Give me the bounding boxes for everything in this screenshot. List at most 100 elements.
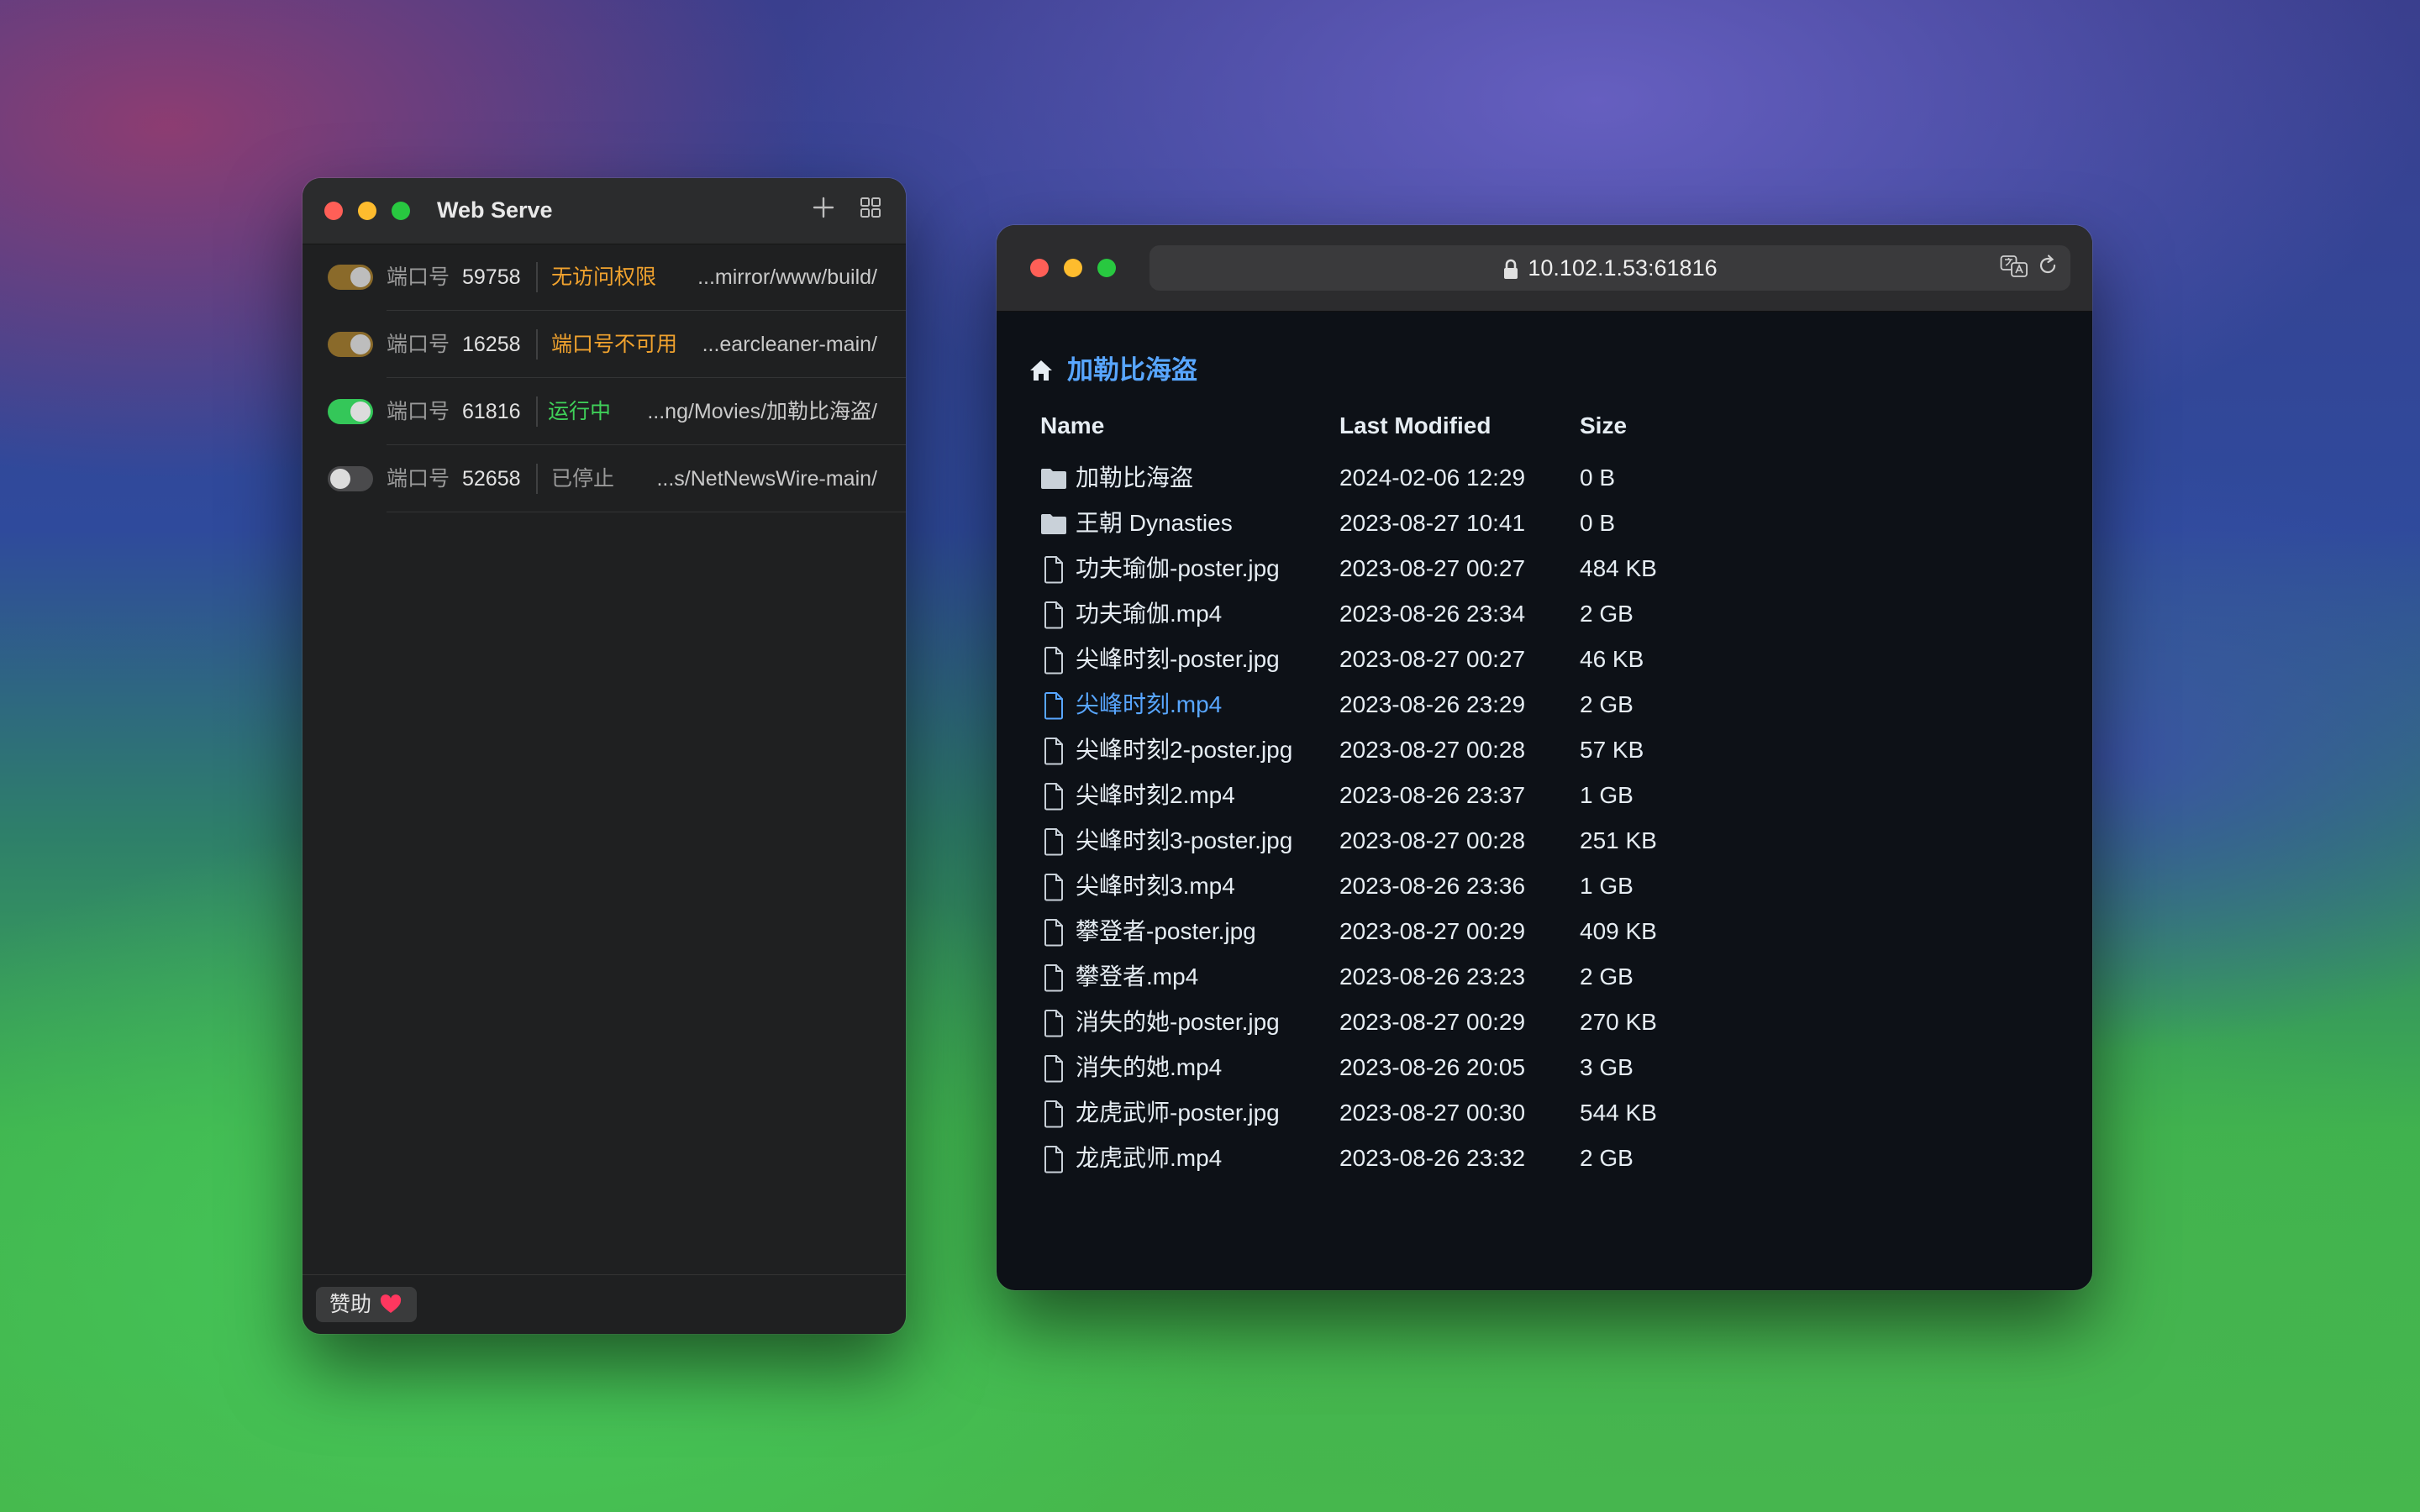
file-name-link[interactable]: 尖峰时刻3-poster.jpg (1076, 826, 1292, 856)
file-name-link[interactable]: 龙虎武师.mp4 (1076, 1143, 1222, 1173)
port-label: 端口号 (387, 467, 450, 491)
file-size: 2 GB (1580, 601, 1634, 627)
port-number[interactable]: 16258 (462, 331, 521, 358)
file-icon (1039, 736, 1069, 766)
close-window-button[interactable] (1030, 259, 1049, 277)
server-path[interactable]: ...earcleaner-main/ (702, 331, 877, 358)
file-name-link[interactable]: 消失的她-poster.jpg (1076, 1007, 1280, 1037)
table-row[interactable]: 消失的她-poster.jpg 2023-08-27 00:29 270 KB (997, 1000, 2092, 1046)
minimize-window-button[interactable] (1064, 259, 1082, 277)
port-number[interactable]: 61816 (462, 398, 521, 425)
file-name-link[interactable]: 攀登者-poster.jpg (1076, 916, 1256, 947)
server-status: 运行中 (548, 400, 612, 423)
file-size: 1 GB (1580, 873, 1634, 899)
server-path[interactable]: ...mirror/www/build/ (697, 264, 877, 291)
file-modified: 2023-08-26 20:05 (1339, 1054, 1526, 1080)
column-divider (536, 464, 538, 494)
file-modified: 2023-08-26 23:32 (1339, 1145, 1526, 1171)
file-size: 57 KB (1580, 737, 1644, 763)
file-modified: 2023-08-27 10:41 (1339, 510, 1526, 536)
table-row[interactable]: 尖峰时刻2.mp4 2023-08-26 23:37 1 GB (997, 774, 2092, 819)
server-status: 无访问权限 (551, 265, 657, 289)
server-row[interactable]: 端口号 52658 已停止 ...s/NetNewsWire-main/ (302, 445, 906, 512)
file-name-link[interactable]: 尖峰时刻.mp4 (1076, 690, 1222, 720)
home-icon[interactable] (1028, 358, 1054, 383)
table-row[interactable]: 攀登者-poster.jpg 2023-08-27 00:29 409 KB (997, 910, 2092, 955)
port-number[interactable]: 59758 (462, 264, 521, 291)
file-name-link[interactable]: 功夫瑜伽-poster.jpg (1076, 554, 1280, 584)
file-name-link[interactable]: 消失的她.mp4 (1076, 1053, 1222, 1083)
file-name-link[interactable]: 尖峰时刻2-poster.jpg (1076, 735, 1292, 765)
file-modified: 2023-08-27 00:27 (1339, 646, 1526, 672)
translate-icon[interactable] (2000, 254, 2028, 282)
file-name-link[interactable]: 功夫瑜伽.mp4 (1076, 599, 1222, 629)
table-row[interactable]: 攀登者.mp4 2023-08-26 23:23 2 GB (997, 955, 2092, 1000)
window-controls (324, 202, 410, 220)
table-row[interactable]: 加勒比海盗 2024-02-06 12:29 0 B (997, 456, 2092, 501)
file-icon (1039, 1144, 1069, 1174)
file-name-link[interactable]: 尖峰时刻-poster.jpg (1076, 644, 1280, 675)
zoom-window-button[interactable] (392, 202, 410, 220)
file-size: 251 KB (1580, 827, 1657, 853)
minimize-window-button[interactable] (358, 202, 376, 220)
file-icon (1039, 1008, 1069, 1038)
server-toggle[interactable] (328, 466, 373, 491)
table-row[interactable]: 尖峰时刻2-poster.jpg 2023-08-27 00:28 57 KB (997, 728, 2092, 774)
server-toggle[interactable] (328, 399, 373, 424)
table-row[interactable]: 尖峰时刻3.mp4 2023-08-26 23:36 1 GB (997, 864, 2092, 910)
server-row[interactable]: 端口号 59758 无访问权限 ...mirror/www/build/ (302, 244, 906, 311)
table-row[interactable]: 王朝 Dynasties 2023-08-27 10:41 0 B (997, 501, 2092, 547)
port-label: 端口号 (387, 333, 450, 356)
table-row[interactable]: 功夫瑜伽.mp4 2023-08-26 23:34 2 GB (997, 592, 2092, 638)
server-path[interactable]: ...ng/Movies/加勒比海盗/ (647, 398, 877, 425)
browser-toolbar: 10.102.1.53:61816 (997, 225, 2092, 312)
table-row[interactable]: 消失的她.mp4 2023-08-26 20:05 3 GB (997, 1046, 2092, 1091)
reload-icon[interactable] (2033, 254, 2062, 282)
file-modified: 2023-08-27 00:29 (1339, 918, 1526, 944)
heart-icon (380, 1294, 402, 1313)
server-toggle[interactable] (328, 265, 373, 290)
app-title: Web Serve (437, 197, 553, 223)
server-row[interactable]: 端口号 16258 端口号不可用 ...earcleaner-main/ (302, 311, 906, 378)
close-window-button[interactable] (324, 202, 343, 220)
file-icon (1039, 1099, 1069, 1129)
grid-icon[interactable] (854, 193, 887, 227)
server-toggle[interactable] (328, 332, 373, 357)
breadcrumb-current-folder[interactable]: 加勒比海盗 (1067, 354, 1197, 387)
toggle-knob (330, 469, 350, 489)
file-modified: 2023-08-26 23:34 (1339, 601, 1526, 627)
file-icon (1039, 781, 1069, 811)
column-header-name[interactable]: Name (1040, 411, 1104, 441)
port-number[interactable]: 52658 (462, 465, 521, 492)
column-header-modified[interactable]: Last Modified (1339, 411, 1491, 441)
file-name-link[interactable]: 尖峰时刻3.mp4 (1076, 871, 1235, 901)
file-name-link[interactable]: 王朝 Dynasties (1076, 508, 1233, 538)
server-path[interactable]: ...s/NetNewsWire-main/ (656, 465, 877, 492)
table-row[interactable]: 龙虎武师-poster.jpg 2023-08-27 00:30 544 KB (997, 1091, 2092, 1137)
web-serve-titlebar: Web Serve (302, 178, 906, 244)
file-size: 2 GB (1580, 963, 1634, 990)
file-size: 2 GB (1580, 1145, 1634, 1171)
file-modified: 2023-08-27 00:28 (1339, 737, 1526, 763)
file-name-link[interactable]: 龙虎武师-poster.jpg (1076, 1098, 1280, 1128)
file-modified: 2023-08-27 00:30 (1339, 1100, 1526, 1126)
sponsor-button[interactable]: 赞助 (316, 1287, 418, 1322)
server-row[interactable]: 端口号 61816 运行中 ...ng/Movies/加勒比海盗/ (302, 378, 906, 445)
plus-icon[interactable] (807, 193, 840, 227)
table-row[interactable]: 功夫瑜伽-poster.jpg 2023-08-27 00:27 484 KB (997, 547, 2092, 592)
table-row[interactable]: 尖峰时刻.mp4 2023-08-26 23:29 2 GB (997, 683, 2092, 728)
column-header-size[interactable]: Size (1580, 411, 1627, 441)
file-name-link[interactable]: 尖峰时刻2.mp4 (1076, 780, 1235, 811)
file-size: 270 KB (1580, 1009, 1657, 1035)
table-row[interactable]: 尖峰时刻-poster.jpg 2023-08-27 00:27 46 KB (997, 638, 2092, 683)
file-name-link[interactable]: 攀登者.mp4 (1076, 962, 1198, 992)
file-modified: 2024-02-06 12:29 (1339, 465, 1526, 491)
browser-window: 10.102.1.53:61816 加勒比海盗 Name Last Modifi… (997, 225, 2092, 1290)
zoom-window-button[interactable] (1097, 259, 1116, 277)
port-label: 端口号 (387, 400, 450, 423)
column-divider (536, 262, 538, 292)
table-row[interactable]: 尖峰时刻3-poster.jpg 2023-08-27 00:28 251 KB (997, 819, 2092, 864)
address-bar[interactable]: 10.102.1.53:61816 (1150, 245, 2070, 291)
file-name-link[interactable]: 加勒比海盗 (1076, 463, 1193, 493)
table-row[interactable]: 龙虎武师.mp4 2023-08-26 23:32 2 GB (997, 1137, 2092, 1182)
